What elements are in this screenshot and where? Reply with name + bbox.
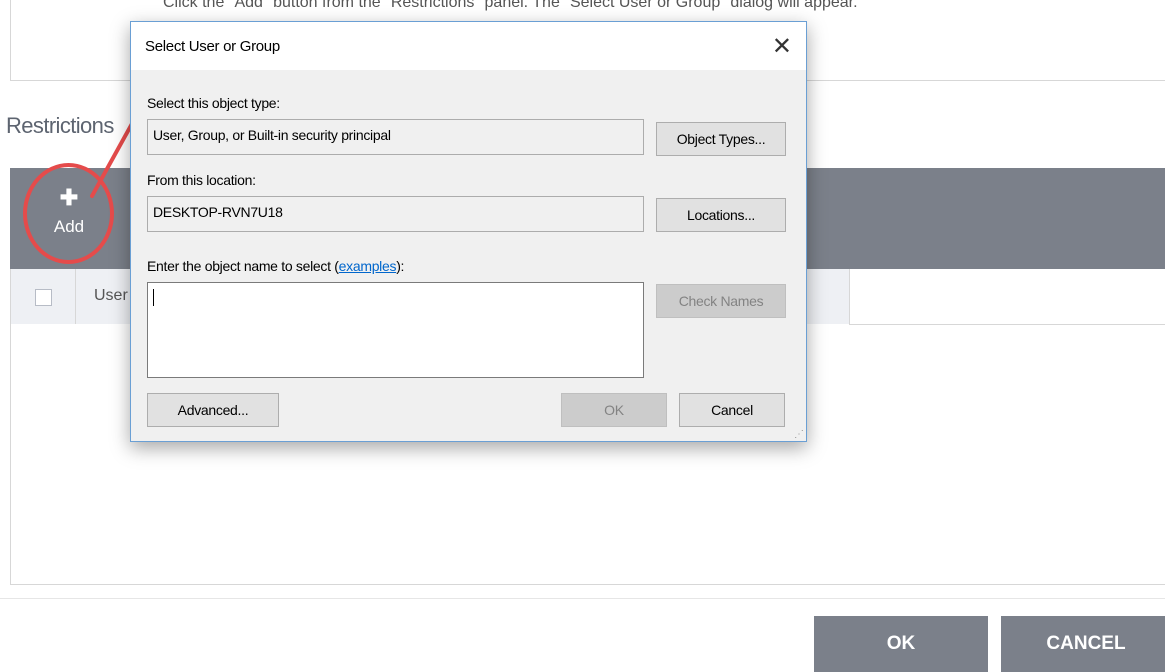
grid-header-border: [849, 324, 1165, 325]
object-type-field: User, Group, or Built-in security princi…: [147, 119, 644, 155]
object-type-label: Select this object type:: [147, 95, 280, 111]
restrictions-title: Restrictions: [6, 113, 114, 138]
examples-link[interactable]: examples: [339, 258, 397, 274]
plus-icon: ✚: [59, 185, 79, 210]
text-caret: [153, 289, 154, 306]
object-name-label: Enter the object name to select (example…: [147, 258, 404, 274]
dialog-cancel-button[interactable]: Cancel: [679, 393, 785, 427]
add-button[interactable]: ✚ Add: [30, 181, 108, 251]
close-icon[interactable]: ✕: [772, 32, 792, 61]
select-user-dialog: Select User or Group ✕ Select this objec…: [130, 21, 807, 442]
select-all-checkbox[interactable]: [35, 289, 52, 306]
dialog-title: Select User or Group: [145, 38, 280, 55]
check-names-button[interactable]: Check Names: [656, 284, 786, 318]
dialog-ok-button[interactable]: OK: [561, 393, 667, 427]
advanced-button[interactable]: Advanced...: [147, 393, 279, 427]
object-name-input[interactable]: [147, 282, 644, 378]
column-header-user[interactable]: User: [94, 287, 128, 305]
location-field: DESKTOP-RVN7U18: [147, 196, 644, 232]
add-button-label: Add: [53, 217, 85, 236]
resize-grip-icon[interactable]: ⋰: [794, 430, 804, 440]
dialog-titlebar: Select User or Group ✕: [131, 22, 806, 70]
object-name-label-text: Enter the object name to select (: [147, 258, 339, 274]
location-label: From this location:: [147, 172, 256, 188]
footer-divider: [0, 598, 1165, 599]
column-divider: [75, 269, 76, 324]
ok-button[interactable]: OK: [814, 616, 988, 672]
object-name-label-suffix: ):: [396, 258, 405, 274]
locations-button[interactable]: Locations...: [656, 198, 786, 232]
object-types-button[interactable]: Object Types...: [656, 122, 786, 156]
cancel-button[interactable]: CANCEL: [1001, 616, 1165, 672]
